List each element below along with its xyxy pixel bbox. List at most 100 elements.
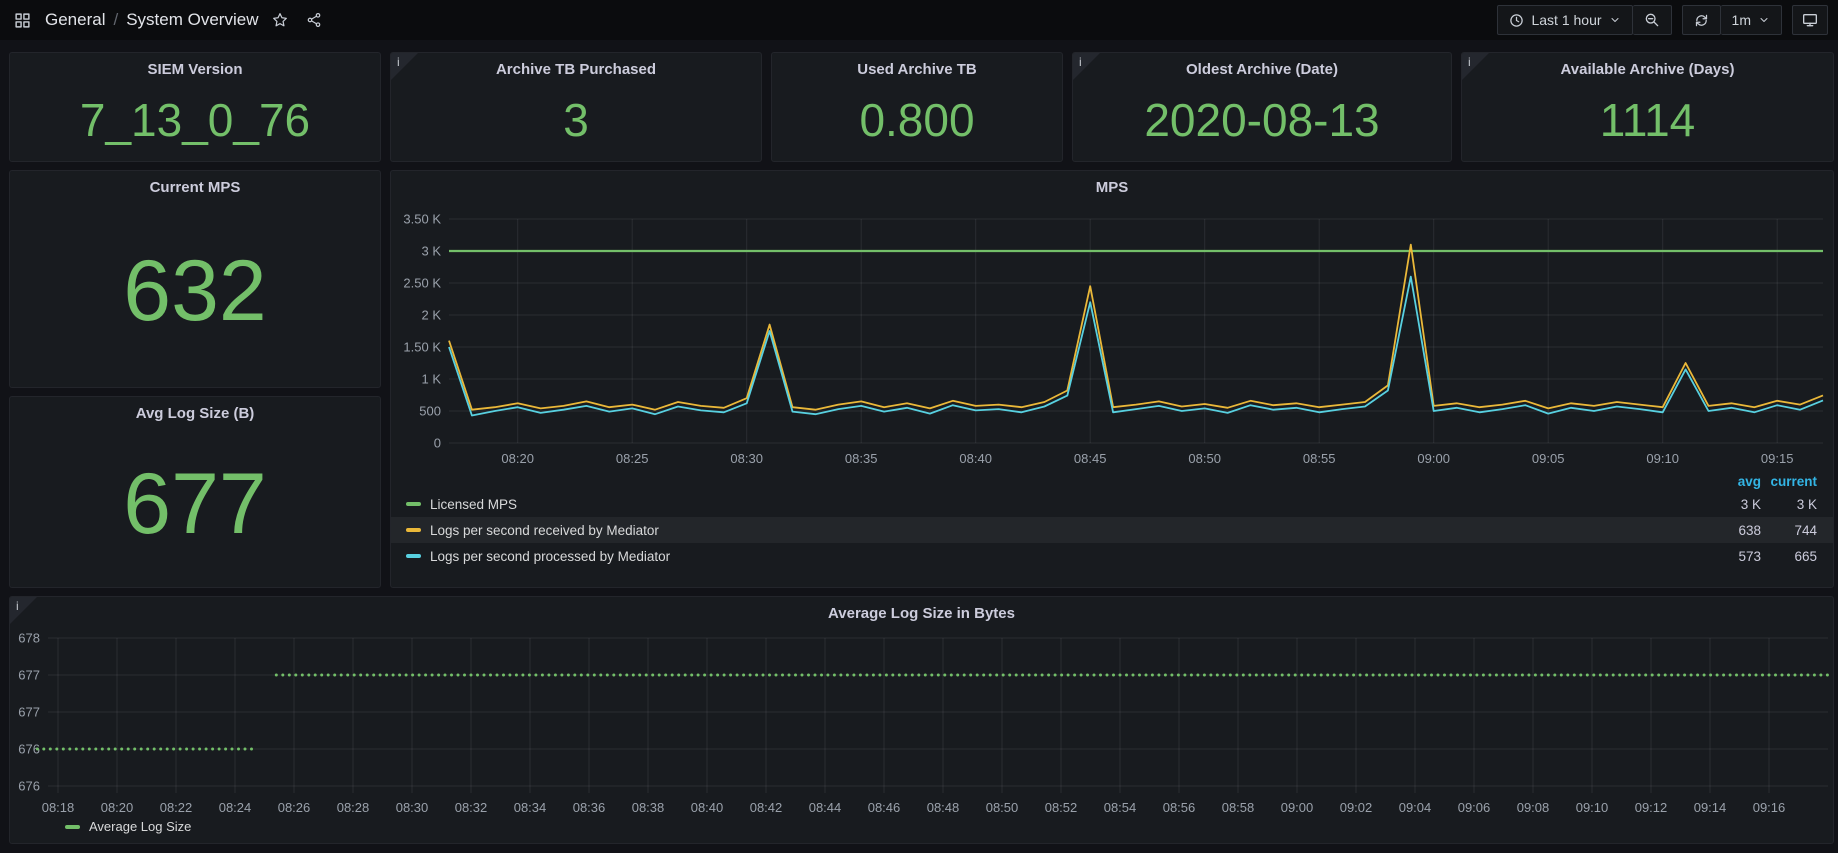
svg-text:08:42: 08:42 [750, 800, 783, 815]
svg-text:09:10: 09:10 [1576, 800, 1609, 815]
breadcrumb: General / System Overview [45, 10, 258, 30]
refresh-interval-dropdown[interactable]: 1m [1721, 5, 1782, 35]
als-plot[interactable]: 67867767767667608:1808:2008:2208:2408:26… [10, 597, 1833, 843]
svg-text:2.50 K: 2.50 K [403, 276, 441, 291]
dashboard-title[interactable]: System Overview [126, 10, 258, 30]
panel-siem-version: SIEM Version 7_13_0_76 [9, 52, 381, 162]
dashboards-grid-icon[interactable] [10, 8, 35, 33]
mps-legend-header: avg current [391, 471, 1833, 491]
share-icon[interactable] [302, 8, 326, 32]
panel-mps-chart: MPS 05001 K1.50 K2 K2.50 K3 K3.50 K08:20… [390, 170, 1834, 588]
breadcrumb-separator: / [113, 10, 118, 30]
refresh-button[interactable] [1682, 5, 1721, 35]
svg-text:09:05: 09:05 [1532, 451, 1565, 466]
svg-text:676: 676 [18, 779, 40, 794]
svg-text:09:00: 09:00 [1417, 451, 1450, 466]
svg-text:09:12: 09:12 [1635, 800, 1668, 815]
panel-title[interactable]: SIEM Version [10, 53, 380, 78]
time-range-picker[interactable]: Last 1 hour [1497, 5, 1632, 35]
svg-text:08:54: 08:54 [1104, 800, 1137, 815]
info-corner-icon[interactable]: i [10, 597, 37, 624]
svg-text:09:15: 09:15 [1761, 451, 1794, 466]
svg-text:09:02: 09:02 [1340, 800, 1373, 815]
zoom-out-button[interactable] [1633, 5, 1672, 35]
mps-legend: avg current Licensed MPS3 K3 KLogs per s… [391, 471, 1833, 569]
svg-text:09:10: 09:10 [1646, 451, 1679, 466]
stat-value-siem-version: 7_13_0_76 [10, 78, 380, 161]
magnifier-minus-icon [1644, 12, 1660, 28]
refresh-icon [1694, 13, 1709, 28]
svg-text:677: 677 [18, 668, 40, 683]
legend-row-0[interactable]: Licensed MPS3 K3 K [391, 491, 1833, 517]
panel-title[interactable]: Oldest Archive (Date) [1073, 53, 1451, 78]
panel-title[interactable]: Available Archive (Days) [1462, 53, 1833, 78]
star-icon[interactable] [268, 8, 292, 32]
svg-text:08:52: 08:52 [1045, 800, 1078, 815]
panel-title[interactable]: MPS [391, 171, 1833, 196]
svg-text:08:48: 08:48 [927, 800, 960, 815]
svg-text:3 K: 3 K [421, 244, 441, 259]
panel-title[interactable]: Archive TB Purchased [391, 53, 761, 78]
svg-text:09:08: 09:08 [1517, 800, 1550, 815]
svg-text:08:24: 08:24 [219, 800, 252, 815]
svg-text:08:50: 08:50 [1188, 451, 1221, 466]
series-avg-value: 3 K [1691, 491, 1761, 517]
clock-icon [1509, 13, 1524, 28]
svg-text:08:58: 08:58 [1222, 800, 1255, 815]
info-corner-icon[interactable]: i [391, 53, 418, 80]
svg-text:08:44: 08:44 [809, 800, 842, 815]
series-color-dash[interactable] [406, 502, 421, 506]
stat-value-current-mps: 632 [10, 196, 380, 387]
legend-header-current[interactable]: current [1761, 471, 1817, 491]
als-legend-label: Average Log Size [89, 819, 191, 834]
legend-row-2[interactable]: Logs per second processed by Mediator 573… [391, 543, 1833, 569]
series-name: Logs per second processed by Mediator [430, 549, 670, 564]
svg-text:08:18: 08:18 [42, 800, 75, 815]
stat-value-used-archive-tb: 0.800 [772, 78, 1062, 161]
series-name: Licensed MPS [430, 497, 517, 512]
mps-legend-rows: Licensed MPS3 K3 KLogs per second receiv… [391, 491, 1833, 569]
legend-row-1[interactable]: Logs per second received by Mediator6387… [391, 517, 1833, 543]
svg-text:08:34: 08:34 [514, 800, 547, 815]
mps-plot[interactable]: 05001 K1.50 K2 K2.50 K3 K3.50 K08:2008:2… [391, 171, 1833, 471]
svg-text:08:45: 08:45 [1074, 451, 1107, 466]
stat-value-avg-log-size: 677 [10, 422, 380, 587]
dashboard-canvas: SIEM Version 7_13_0_76 i Archive TB Purc… [0, 40, 1838, 853]
svg-text:500: 500 [419, 404, 441, 419]
svg-text:08:20: 08:20 [501, 451, 534, 466]
panel-oldest-archive-date: i Oldest Archive (Date) 2020-08-13 [1072, 52, 1452, 162]
panel-title[interactable]: Used Archive TB [772, 53, 1062, 78]
panel-title[interactable]: Current MPS [10, 171, 380, 196]
stat-value-oldest-archive-date: 2020-08-13 [1073, 78, 1451, 161]
panel-current-mps: Current MPS 632 [9, 170, 381, 388]
als-legend-item[interactable]: Average Log Size [65, 819, 191, 834]
stat-value-archive-tb-purchased: 3 [391, 78, 761, 161]
svg-text:3.50 K: 3.50 K [403, 212, 441, 227]
svg-text:09:06: 09:06 [1458, 800, 1491, 815]
svg-text:08:26: 08:26 [278, 800, 311, 815]
svg-text:08:36: 08:36 [573, 800, 606, 815]
series-avg-value: 638 [1691, 517, 1761, 543]
svg-text:08:22: 08:22 [160, 800, 193, 815]
legend-header-avg[interactable]: avg [1691, 471, 1761, 491]
svg-text:08:40: 08:40 [959, 451, 992, 466]
svg-text:08:46: 08:46 [868, 800, 901, 815]
svg-text:08:40: 08:40 [691, 800, 724, 815]
svg-text:09:04: 09:04 [1399, 800, 1432, 815]
panel-archive-tb-purchased: i Archive TB Purchased 3 [390, 52, 762, 162]
svg-text:08:56: 08:56 [1163, 800, 1196, 815]
panel-title[interactable]: Avg Log Size (B) [10, 397, 380, 422]
kiosk-mode-button[interactable] [1792, 5, 1828, 35]
breadcrumb-folder[interactable]: General [45, 10, 105, 30]
info-corner-icon[interactable]: i [1073, 53, 1100, 80]
series-color-dash[interactable] [406, 528, 421, 532]
svg-text:09:14: 09:14 [1694, 800, 1727, 815]
svg-text:0: 0 [434, 436, 441, 451]
svg-text:08:32: 08:32 [455, 800, 488, 815]
panel-title[interactable]: Average Log Size in Bytes [10, 597, 1833, 622]
svg-text:09:16: 09:16 [1753, 800, 1786, 815]
info-corner-icon[interactable]: i [1462, 53, 1489, 80]
svg-text:1 K: 1 K [421, 372, 441, 387]
series-avg-value: 573 [1691, 543, 1761, 569]
series-color-dash[interactable] [406, 554, 421, 558]
